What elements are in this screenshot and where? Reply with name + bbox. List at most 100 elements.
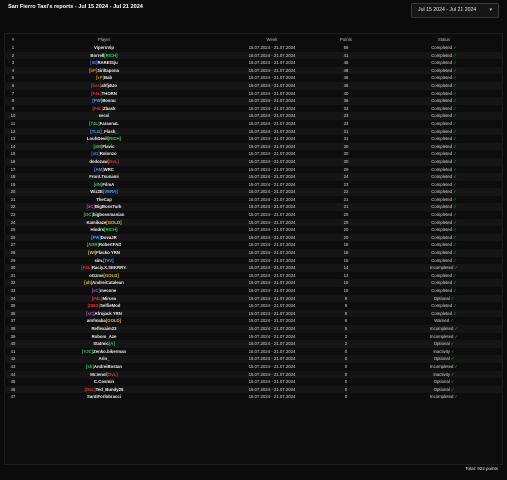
status-text: Completed <box>431 136 453 142</box>
status-check-icon: ✓ <box>450 318 454 324</box>
player-name: [dN]FilmA <box>44 181 164 189</box>
points-value: 40 <box>343 90 349 96</box>
player-nick: Mircea <box>102 295 117 301</box>
player-nick: Front.Tsunami <box>89 174 119 180</box>
week-select[interactable]: Jul 15 2024 - Jul 21 2024 ▾ <box>411 3 499 18</box>
row-number: 1 <box>11 45 15 50</box>
points-value: 59 <box>343 45 349 50</box>
week-range: 15.07.2024 - 21.07.2024 <box>248 250 296 256</box>
status-check-icon: ✓ <box>453 303 457 309</box>
status-text: Completed <box>431 67 453 73</box>
status-text: Completed <box>431 196 453 202</box>
week-range: 15.07.2024 - 21.07.2024 <box>248 67 296 73</box>
status-cell: Completed✓ <box>404 158 484 166</box>
player-name: SantiForlobracci <box>44 393 164 401</box>
player-name: secsi <box>44 112 164 120</box>
player-suffix: [DvL] <box>107 158 119 164</box>
table-row: 22 [xC]BigBossTurk 15.07.2024 - 21.07.2024… <box>4 203 503 212</box>
status-cell: Completed✓ <box>404 196 484 204</box>
player-nick: amfmaba <box>86 318 106 324</box>
status-text: Optional <box>433 295 450 301</box>
points-value: 5 <box>344 325 348 331</box>
player-tag: [TLG] <box>90 128 102 134</box>
player-tag: [DvL] <box>84 386 96 392</box>
status-text: Completed <box>431 181 453 187</box>
row-number: 14 <box>10 143 16 149</box>
player-nick: Borrell <box>90 52 105 58</box>
table-row: 10 secsi 15.07.2024 - 21.07.2024 33 Complete… <box>4 112 503 120</box>
player-tag: [F4L] <box>91 90 102 96</box>
column-header-week: Week <box>266 37 278 42</box>
player-name: Reflexaim23 <box>44 325 164 333</box>
points-value: 48 <box>343 60 349 66</box>
player-suffix: [GOLD] <box>105 318 122 324</box>
table-row: 16 dodozaw[DvL] 15.07.2024 - 21.07.2024 30 C… <box>4 157 503 166</box>
points-value: 10 <box>343 288 349 293</box>
status-cell: Completed✓ <box>404 120 484 128</box>
status-check-icon: ✓ <box>453 272 457 278</box>
points-value: 46 <box>343 75 349 81</box>
status-check-icon: ✓ <box>450 386 455 392</box>
total-points: Total: 922 points <box>465 466 498 471</box>
player-name: [xC]mecone <box>44 287 164 295</box>
player-name: Hindrs[RICH] <box>44 226 164 234</box>
player-name: oGzme[GOLD] <box>44 272 164 280</box>
status-text: Completed <box>431 288 453 293</box>
week-range: 15.07.2024 - 21.07.2024 <box>248 52 296 58</box>
row-number: 6 <box>11 82 15 88</box>
player-name: [DvL]Ted_Bundy25 <box>44 386 164 394</box>
player-name: ViperoVip <box>44 44 164 52</box>
status-check-icon: ✓ <box>453 204 457 210</box>
points-value: 30 <box>343 143 349 149</box>
player-tag: [F4L] <box>92 105 104 111</box>
player-nick: DovaJR <box>100 234 117 240</box>
player-name: Mr.tenol[DvL] <box>44 371 164 379</box>
table-row: 30 [F4L]Raciy.X.SEKRRY. 15.07.2024 - 21.07… <box>4 264 503 272</box>
table-row: 2 Borrell[RICH] 15.07.2024 - 21.07.2024 41 C… <box>4 51 503 60</box>
status-check-icon: ✓ <box>453 75 457 81</box>
week-range: 15.07.2024 - 21.07.2024 <box>248 105 296 111</box>
status-cell: Completed✓ <box>404 188 484 196</box>
table-row: 3 [IB]RAREtSju 15.07.2024 - 21.07.2024 48 Co… <box>4 59 503 67</box>
status-check-icon: ✓ <box>453 60 457 66</box>
week-range: 15.07.2024 - 21.07.2024 <box>248 386 296 392</box>
player-name: sim.[TeV] <box>44 257 164 265</box>
week-range: 15.07.2024 - 21.07.2024 <box>248 227 296 233</box>
points-value: 29 <box>343 166 349 172</box>
player-tag: [PW] <box>92 98 103 104</box>
status-check-icon: ✓ <box>453 151 457 157</box>
week-range: 15.07.2024 - 21.07.2024 <box>248 113 296 119</box>
week-range: 15.07.2024 - 21.07.2024 <box>248 204 296 210</box>
points-value: 0 <box>344 348 348 354</box>
status-text: Completed <box>431 166 453 172</box>
player-nick: 3iriltapona <box>97 67 120 73</box>
row-number: 12 <box>10 128 16 134</box>
player-nick: FilmA <box>102 181 115 187</box>
status-cell: Optional✓ <box>404 386 484 394</box>
player-nick: Zbask <box>103 105 116 111</box>
status-text: Inactivity <box>433 371 451 377</box>
week-range: 15.07.2024 - 21.07.2024 <box>248 174 296 180</box>
status-cell: Completed✓ <box>404 59 484 67</box>
table-row: 21 TheCap 15.07.2024 - 21.07.2024 21 Complet… <box>4 196 503 204</box>
player-nick: TheCap <box>96 196 112 202</box>
week-range: 15.07.2024 - 21.07.2024 <box>248 181 296 187</box>
status-text: Completed <box>431 234 453 240</box>
row-number: 22 <box>10 204 16 210</box>
points-value: 23 <box>343 181 349 187</box>
player-name: Robom_Aze <box>44 333 164 341</box>
status-cell: Completed✓ <box>404 173 484 181</box>
status-cell: Incompleted✓ <box>404 333 484 341</box>
points-value: 33 <box>343 120 349 126</box>
row-number: 27 <box>10 242 16 248</box>
week-range: 15.07.2024 - 21.07.2024 <box>248 341 296 347</box>
player-name: Kamikaze[GOLD] <box>44 219 164 227</box>
player-name: [FW]DovaJR <box>44 234 164 242</box>
row-number: 4 <box>11 67 15 73</box>
status-check-icon: ✓ <box>453 90 457 96</box>
points-value: 36 <box>343 98 349 104</box>
status-check-icon: ✓ <box>453 166 457 172</box>
status-check-icon: ✓ <box>453 227 457 233</box>
player-nick: Afrojack YRN <box>94 310 122 316</box>
status-check-icon: ✓ <box>453 280 457 286</box>
